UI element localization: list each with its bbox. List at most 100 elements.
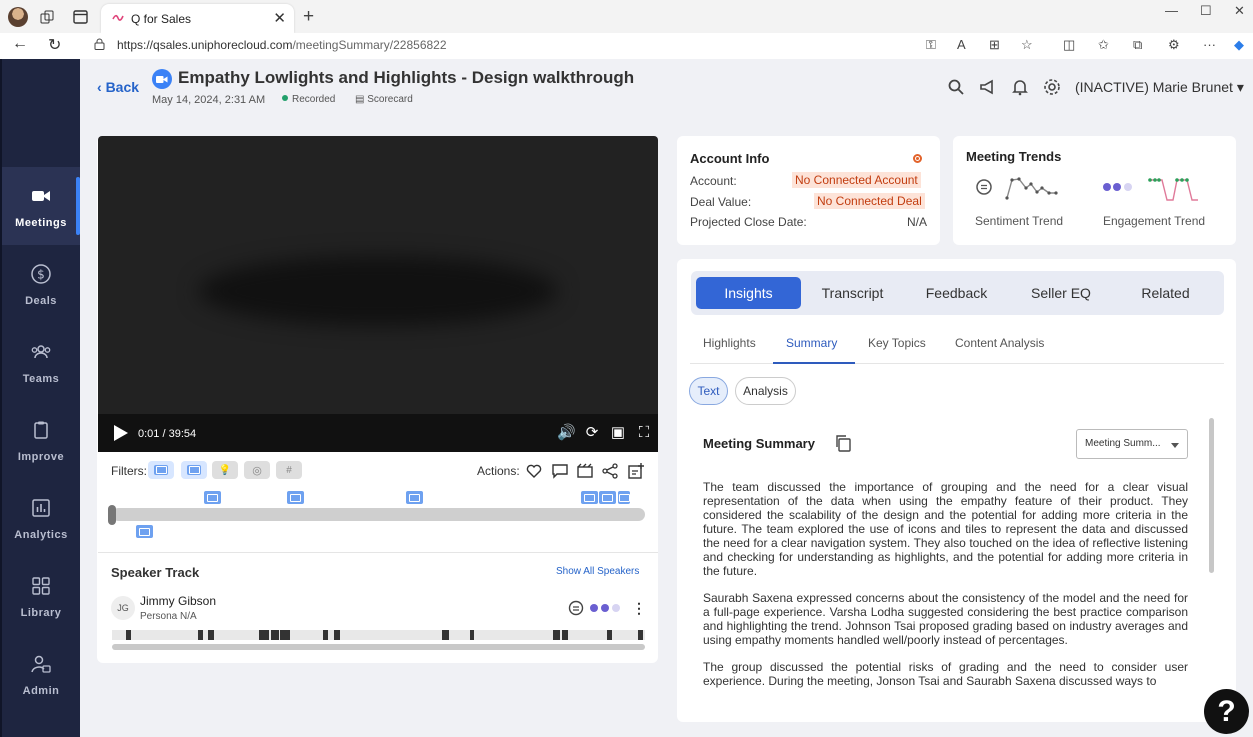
workspaces-icon[interactable] — [37, 7, 57, 27]
speaker-more-icon[interactable]: ⋮ — [632, 600, 646, 617]
sidebar-item-analytics[interactable]: Analytics — [2, 479, 80, 557]
summary-paragraph: The group discussed the potential risks … — [703, 660, 1188, 688]
clip-icon[interactable] — [576, 462, 594, 480]
filter-lightbulb-icon[interactable]: 💡 — [212, 461, 238, 479]
text-toggle-button[interactable]: Text — [689, 377, 728, 405]
copy-icon[interactable] — [834, 434, 852, 452]
tab-seller-eq[interactable]: Seller EQ — [1009, 277, 1113, 309]
browser-back-icon[interactable]: ← — [12, 35, 28, 53]
playback-speed-icon[interactable]: ⟳ — [583, 424, 601, 442]
engagement-trend-icon[interactable] — [1102, 174, 1206, 204]
video-camera-icon — [32, 191, 50, 201]
volume-icon[interactable]: 🔊 — [557, 424, 576, 442]
page-header: ‹ Back Empathy Lowlights and Highlights … — [80, 59, 1253, 115]
back-link[interactable]: ‹ Back — [97, 79, 139, 95]
subtab-content-analysis[interactable]: Content Analysis — [955, 336, 1044, 350]
subtab-key-topics[interactable]: Key Topics — [868, 336, 926, 350]
timeline-marker-icon[interactable] — [618, 491, 630, 504]
minimize-icon[interactable]: — — [1165, 3, 1178, 18]
close-date-label: Projected Close Date: — [690, 215, 807, 229]
subtab-divider — [690, 363, 1224, 364]
timeline-marker-icon[interactable] — [287, 491, 304, 504]
summary-paragraph: Saurabh Saxena expressed concerns about … — [703, 591, 1188, 647]
sentiment-trend-icon[interactable] — [974, 174, 1064, 204]
speaker-scrollbar[interactable] — [112, 644, 645, 650]
show-all-speakers-link[interactable]: Show All Speakers — [556, 566, 639, 577]
timeline-marker-icon[interactable] — [599, 491, 616, 504]
bell-icon[interactable] — [1011, 78, 1029, 96]
sidebar-item-deals[interactable]: $ Deals — [2, 245, 80, 323]
summary-scrollbar[interactable] — [1209, 418, 1214, 573]
collections-icon[interactable]: ⧉ — [1133, 37, 1142, 53]
video-player[interactable]: 0:01 / 39:54 🔊 ⟳ ▣ ⛶ — [98, 136, 658, 452]
maximize-icon[interactable]: ☐ — [1200, 3, 1212, 19]
sidebar-item-teams[interactable]: Teams — [2, 323, 80, 401]
sidebar-item-admin[interactable]: Admin — [2, 635, 80, 713]
grid-icon — [32, 577, 50, 595]
heart-icon[interactable] — [525, 462, 543, 480]
filters-label: Filters: — [111, 464, 147, 478]
timeline-track[interactable] — [112, 508, 645, 521]
video-time: 0:01 / 39:54 — [138, 428, 197, 440]
svg-text:$: $ — [37, 268, 45, 282]
favorites-icon[interactable]: ✩ — [1098, 37, 1109, 53]
subtab-highlights[interactable]: Highlights — [703, 336, 756, 350]
sidebar-item-improve[interactable]: Improve — [2, 401, 80, 479]
scorecard-link[interactable]: ▤ Scorecard — [355, 94, 413, 105]
timeline-marker-icon[interactable] — [136, 525, 153, 538]
share-icon[interactable] — [601, 462, 619, 480]
account-label: Account: — [690, 174, 737, 188]
timeline-marker-icon[interactable] — [204, 491, 221, 504]
sidebar-item-label: Deals — [25, 295, 57, 307]
summary-type-select[interactable]: Meeting Summ... — [1076, 429, 1188, 459]
tab-feedback[interactable]: Feedback — [904, 277, 1009, 309]
fullscreen-icon[interactable]: ⛶ — [635, 424, 653, 442]
extensions-icon[interactable]: ⚙ — [1168, 37, 1180, 53]
tab-actions-icon[interactable] — [70, 7, 90, 27]
megaphone-icon[interactable] — [979, 78, 997, 96]
window-close-icon[interactable]: ✕ — [1234, 3, 1245, 19]
search-icon[interactable] — [947, 78, 965, 96]
divider — [98, 552, 658, 553]
timeline-marker-icon[interactable] — [581, 491, 598, 504]
filter-participant-icon[interactable] — [148, 461, 174, 479]
speaker-timeline[interactable] — [112, 630, 645, 640]
play-icon[interactable] — [114, 425, 128, 441]
new-tab-icon[interactable]: + — [303, 6, 314, 28]
filter-card-icon[interactable] — [181, 461, 207, 479]
more-menu-icon[interactable]: ··· — [1203, 37, 1216, 52]
team-icon — [31, 345, 51, 359]
add-note-icon[interactable] — [627, 462, 645, 480]
tab-close-icon[interactable]: ✕ — [273, 9, 286, 27]
url-field[interactable]: https://qsales.uniphorecloud.com/meeting… — [84, 33, 1052, 57]
filter-face-icon[interactable]: ◎ — [244, 461, 270, 479]
sidebar-item-label: Meetings — [15, 217, 67, 229]
comment-icon[interactable] — [551, 462, 569, 480]
tab-insights[interactable]: Insights — [696, 277, 801, 309]
timeline-marker-icon[interactable] — [406, 491, 423, 504]
copilot-icon[interactable]: ◆ — [1234, 37, 1244, 53]
sidebar-item-meetings[interactable]: Meetings — [2, 167, 80, 245]
browser-tab-active[interactable]: Q for Sales ✕ — [101, 4, 294, 33]
app-available-icon[interactable]: ⊞ — [989, 37, 1000, 53]
picture-in-picture-icon[interactable]: ▣ — [609, 424, 627, 442]
refresh-icon[interactable]: ↻ — [48, 35, 61, 55]
subtab-summary[interactable]: Summary — [786, 336, 837, 350]
analysis-toggle-button[interactable]: Analysis — [735, 377, 796, 405]
read-aloud-icon[interactable]: A — [957, 37, 966, 52]
tab-related[interactable]: Related — [1113, 277, 1218, 309]
tab-transcript[interactable]: Transcript — [801, 277, 904, 309]
key-icon[interactable]: ⚿ — [926, 37, 936, 53]
favorite-star-icon[interactable]: ☆ — [1021, 37, 1033, 53]
clipboard-icon — [34, 421, 48, 439]
browser-profile-avatar[interactable] — [8, 7, 28, 27]
help-button[interactable]: ? — [1204, 689, 1249, 734]
speaker-sentiment-icon — [568, 600, 620, 616]
filter-hashtag-icon[interactable]: # — [276, 461, 302, 479]
user-menu[interactable]: (INACTIVE) Marie Brunet ▾ — [1075, 79, 1244, 96]
split-screen-icon[interactable]: ◫ — [1063, 37, 1075, 53]
timeline-handle[interactable] — [108, 505, 116, 525]
sidebar-item-library[interactable]: Library — [2, 557, 80, 635]
bar-chart-icon — [32, 499, 50, 517]
gear-icon[interactable] — [1043, 78, 1061, 96]
